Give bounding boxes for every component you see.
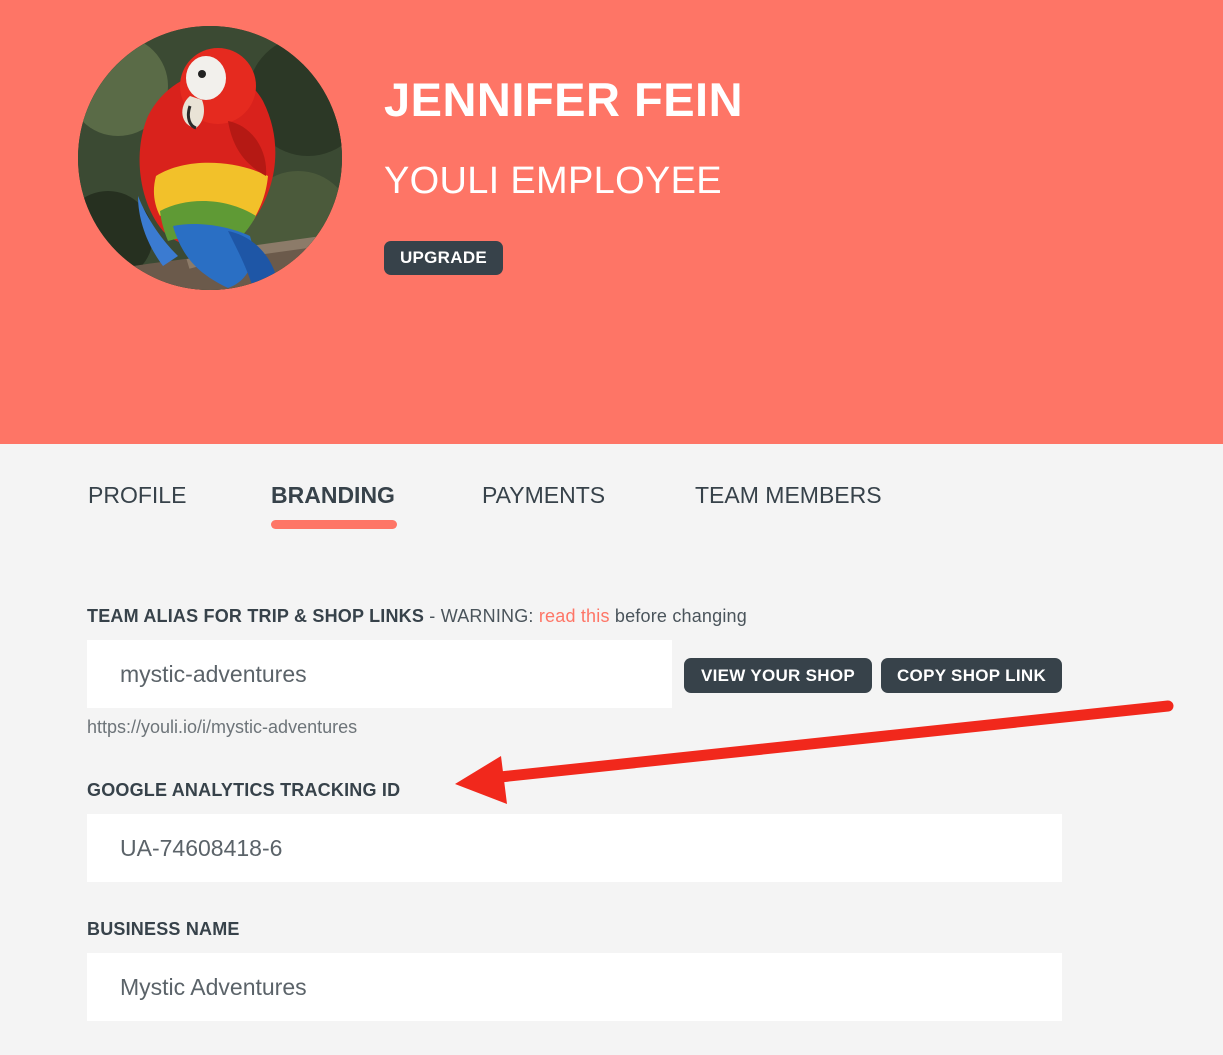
business-name-label: BUSINESS NAME: [87, 919, 240, 939]
alias-warning-suffix: before changing: [614, 606, 747, 626]
profile-role: YOULI EMPLOYEE: [384, 160, 722, 202]
active-tab-indicator: [271, 520, 397, 529]
team-alias-label: TEAM ALIAS FOR TRIP & SHOP LINKS - WARNI…: [87, 606, 747, 627]
parrot-avatar-image: [78, 26, 342, 290]
tab-branding[interactable]: BRANDING: [271, 482, 395, 509]
copy-shop-link-button[interactable]: COPY SHOP LINK: [881, 658, 1062, 693]
avatar[interactable]: [78, 26, 342, 290]
shop-url-hint: https://youli.io/i/mystic-adventures: [87, 717, 358, 737]
alias-warning-link[interactable]: read this: [539, 606, 610, 626]
team-alias-label-text: TEAM ALIAS FOR TRIP & SHOP LINKS: [87, 606, 425, 626]
business-name-input[interactable]: [87, 953, 1062, 1021]
tab-payments[interactable]: PAYMENTS: [482, 482, 605, 509]
team-alias-input[interactable]: [87, 640, 672, 708]
analytics-tracking-id-input[interactable]: [87, 814, 1062, 882]
settings-tabs: PROFILE BRANDING PAYMENTS TEAM MEMBERS: [0, 470, 1223, 540]
tab-profile[interactable]: PROFILE: [88, 482, 186, 509]
profile-header: JENNIFER FEIN YOULI EMPLOYEE UPGRADE: [0, 0, 1223, 444]
profile-name: JENNIFER FEIN: [384, 73, 744, 126]
upgrade-button[interactable]: UPGRADE: [384, 241, 503, 275]
tab-team-members[interactable]: TEAM MEMBERS: [695, 482, 882, 509]
alias-warning-prefix: - WARNING:: [429, 606, 534, 626]
view-your-shop-button[interactable]: VIEW YOUR SHOP: [684, 658, 872, 693]
analytics-label: GOOGLE ANALYTICS TRACKING ID: [87, 780, 401, 800]
